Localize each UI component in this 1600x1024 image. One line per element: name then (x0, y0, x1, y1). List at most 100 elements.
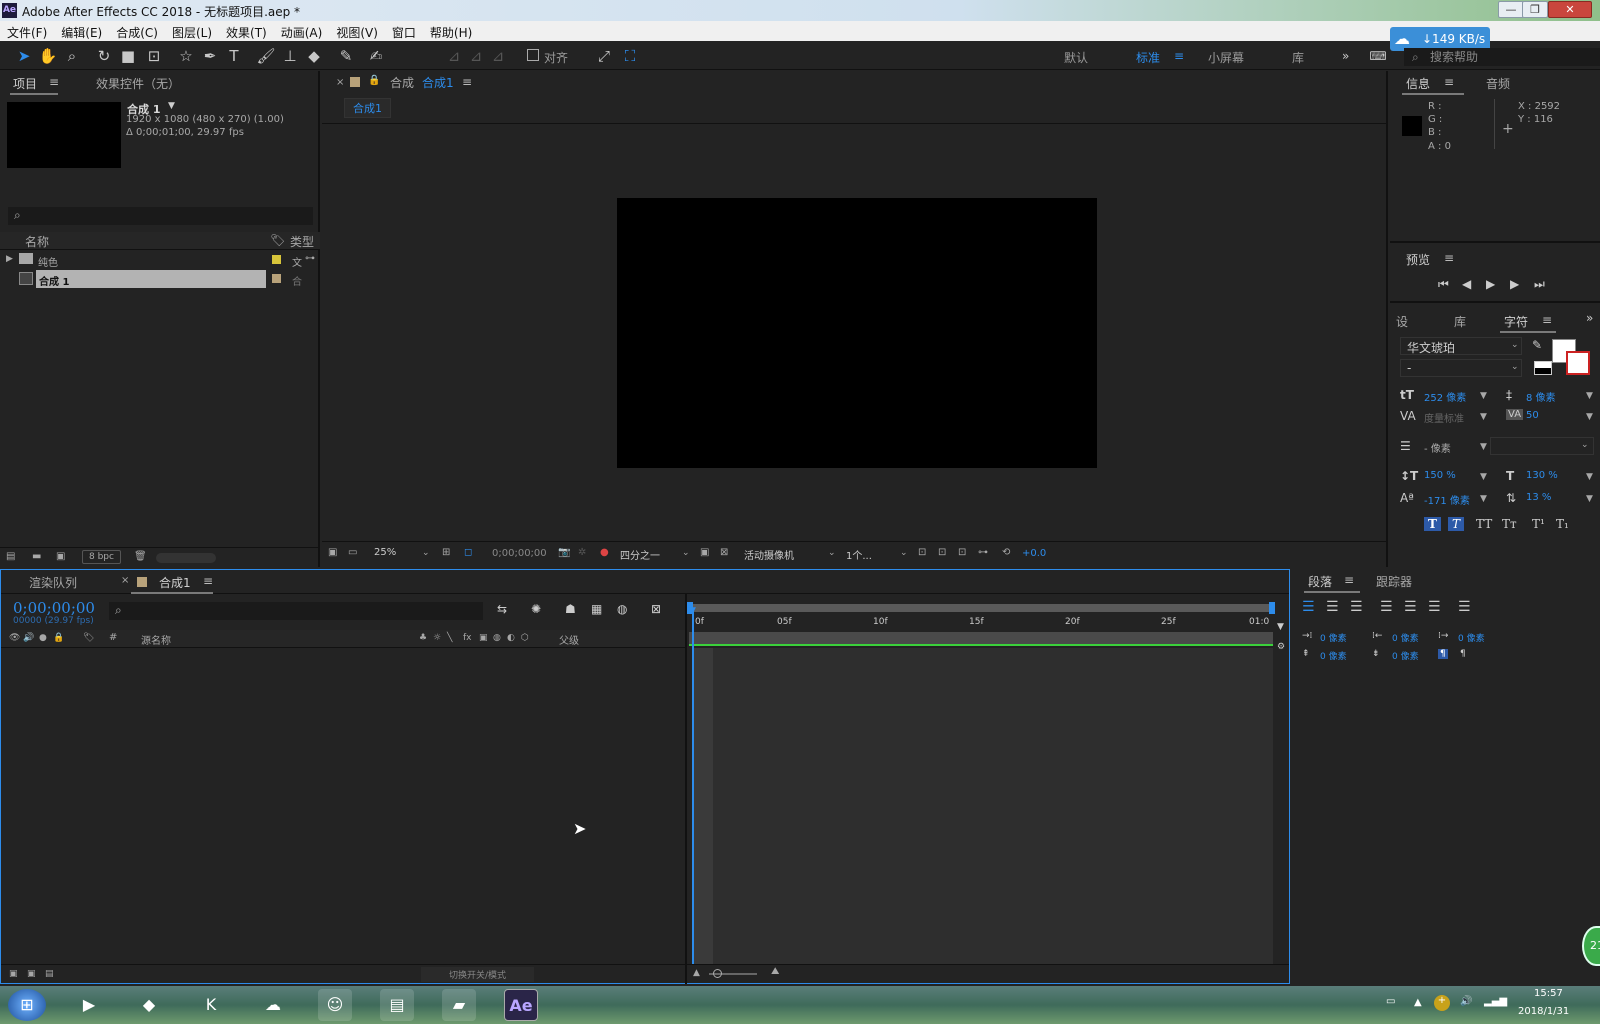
comp-panel-menu-icon[interactable]: ≡ (462, 75, 472, 89)
tab-effect-controls[interactable]: 效果控件（无） (96, 75, 180, 92)
subscript-button[interactable]: T₁ (1556, 517, 1569, 531)
faux-bold-button[interactable]: T (1424, 517, 1441, 531)
stroke-type-select[interactable]: ⌄ (1490, 437, 1594, 455)
swap-colors-icon[interactable] (1534, 361, 1552, 375)
menu-edit[interactable]: 编辑(E) (54, 21, 109, 41)
previous-frame-icon[interactable]: ◀ (1462, 277, 1471, 291)
restore-icon[interactable]: ❐ (1522, 1, 1548, 18)
wifi-signal-icon[interactable]: ▂▄▆ (1484, 996, 1507, 1007)
close-tab-icon[interactable]: × (336, 77, 344, 88)
time-navigator[interactable] (689, 632, 1273, 644)
leading-value[interactable]: 8 像素 (1526, 389, 1556, 404)
comp-marker-bin-icon[interactable]: ▼ (1277, 622, 1284, 632)
graph-editor-icon[interactable]: ⊠ (651, 602, 661, 616)
region-of-interest-icon[interactable]: ▣ (700, 547, 709, 558)
solo-icon[interactable]: ● (39, 633, 47, 643)
tab-settings[interactable]: 设 (1396, 313, 1408, 330)
transfer-controls-icon[interactable]: ▣ (27, 969, 36, 979)
menu-help[interactable]: 帮助(H) (423, 21, 479, 41)
hand-tool-icon[interactable]: ✋ (38, 46, 58, 66)
timeline-panel-menu-icon[interactable]: ≡ (203, 574, 213, 588)
adjustment-switch-icon[interactable]: ◐ (507, 633, 515, 643)
justify-left-icon[interactable]: ☰ (1380, 599, 1393, 615)
last-frame-icon[interactable]: ⏭ (1534, 277, 1545, 292)
snap-icon[interactable]: ⤢ (594, 46, 614, 66)
clone-stamp-tool-icon[interactable]: ⊥ (280, 46, 300, 66)
horizontal-scale-value[interactable]: 130 % (1526, 470, 1558, 481)
thumbnail-slider[interactable] (156, 553, 216, 563)
menu-effect[interactable]: 效果(T) (219, 21, 274, 41)
workspace-more-icon[interactable]: » (1342, 49, 1349, 63)
kugou-icon[interactable]: K (194, 989, 228, 1021)
label-column-icon[interactable]: 🏷 (83, 633, 94, 643)
bpc-button[interactable]: 8 bpc (82, 550, 121, 564)
views-select[interactable]: 1个... (846, 547, 872, 562)
flowchart-icon[interactable]: ⊶ (305, 253, 315, 264)
selection-tool-icon[interactable]: ➤ (14, 46, 34, 66)
show-hidden-icons[interactable]: ▲ (1414, 997, 1422, 1008)
3d-layer-switch-icon[interactable]: ⬡ (521, 633, 529, 643)
playhead-handle-icon[interactable]: ▼ (689, 606, 696, 616)
pen-tool-icon[interactable]: ✒ (200, 46, 220, 66)
comp-breadcrumb[interactable]: 合成1 (344, 98, 391, 118)
app-green-icon[interactable]: ◆ (132, 989, 166, 1021)
menu-window[interactable]: 窗口 (385, 21, 423, 41)
tab-character[interactable]: 字符 (1504, 313, 1528, 330)
project-item-solids-folder[interactable]: ▶ 纯色 文 ⊶ (0, 251, 320, 269)
tab-render-queue[interactable]: 渲染队列 (29, 574, 77, 591)
zoom-select[interactable]: 25% (374, 547, 396, 558)
small-caps-button[interactable]: Tт (1502, 517, 1517, 531)
rotate-tool-icon[interactable]: ↻ (94, 46, 114, 66)
workspace-library[interactable]: 库 (1292, 49, 1304, 66)
indent-left-value[interactable]: 0 像素 (1320, 631, 1347, 644)
stroke-width-value[interactable]: - 像素 (1424, 440, 1451, 455)
current-time[interactable]: 0;00;00;00 (492, 548, 547, 559)
effect-switch-icon[interactable]: fx (463, 633, 472, 643)
video-player-icon[interactable]: ▶ (72, 989, 106, 1021)
project-panel-menu-icon[interactable]: ≡ (49, 75, 59, 89)
network-tray-icon[interactable]: ▭ (1386, 996, 1395, 1007)
align-checkbox[interactable] (527, 49, 539, 61)
reset-exposure-icon[interactable]: ⟲ (1002, 547, 1010, 558)
zoom-out-icon[interactable]: ▲ (693, 968, 700, 978)
toggle-switches-modes-button[interactable]: 切换开关/模式 (421, 967, 535, 982)
shy-switch-icon[interactable]: ♣ (419, 633, 427, 643)
menu-file[interactable]: 文件(F) (0, 21, 54, 41)
space-after-value[interactable]: 0 像素 (1392, 649, 1419, 662)
motion-blur-icon[interactable]: ◍ (617, 602, 627, 616)
baseline-shift-value[interactable]: -171 像素 (1424, 492, 1470, 507)
align-right-icon[interactable]: ☰ (1350, 599, 1363, 615)
timeline-track-area[interactable] (713, 648, 1273, 964)
composition-canvas[interactable] (617, 198, 1097, 468)
channel-icon[interactable]: ● (600, 547, 609, 558)
camera-tool-icon[interactable]: ■ (118, 46, 138, 66)
comp-tab-name[interactable]: 合成1 (422, 74, 454, 91)
safe-margins-icon[interactable]: ⊞ (442, 547, 450, 558)
zoom-tool-icon[interactable]: ⌕ (62, 46, 82, 66)
close-tab-icon[interactable]: × (121, 575, 129, 586)
column-name[interactable]: 名称 (25, 233, 49, 250)
preview-panel-menu-icon[interactable]: ≡ (1444, 251, 1454, 265)
comp-button-icon[interactable]: ⚙ (1277, 642, 1285, 652)
eraser-tool-icon[interactable]: ◆ (304, 46, 324, 66)
info-panel-menu-icon[interactable]: ≡ (1444, 75, 1454, 89)
vertical-scale-value[interactable]: 150 % (1424, 470, 1456, 481)
video-visibility-icon[interactable]: 👁 (9, 633, 20, 643)
kerning-value[interactable]: 度量标准 (1424, 410, 1464, 425)
all-caps-button[interactable]: TT (1476, 517, 1492, 531)
menu-composition[interactable]: 合成(C) (109, 21, 165, 41)
frame-blend-switch-icon[interactable]: ▣ (479, 633, 488, 643)
clock-date[interactable]: 2018/1/31 (1518, 1006, 1569, 1017)
menu-view[interactable]: 视图(V) (329, 21, 385, 41)
search-help-input[interactable]: ⌕ 搜索帮助 (1404, 48, 1600, 66)
tab-info[interactable]: 信息 (1406, 75, 1430, 92)
superscript-button[interactable]: T¹ (1532, 517, 1545, 531)
display-icon[interactable]: ▭ (348, 547, 357, 558)
font-style-select[interactable]: - ⌄ (1400, 359, 1522, 377)
exposure-value[interactable]: +0.0 (1022, 548, 1046, 559)
tracking-value[interactable]: 50 (1526, 410, 1539, 421)
minimize-icon[interactable]: — (1498, 1, 1524, 18)
tab-preview[interactable]: 预览 (1406, 251, 1430, 268)
always-preview-icon[interactable]: ▣ (328, 547, 337, 558)
justify-center-icon[interactable]: ☰ (1404, 599, 1417, 615)
